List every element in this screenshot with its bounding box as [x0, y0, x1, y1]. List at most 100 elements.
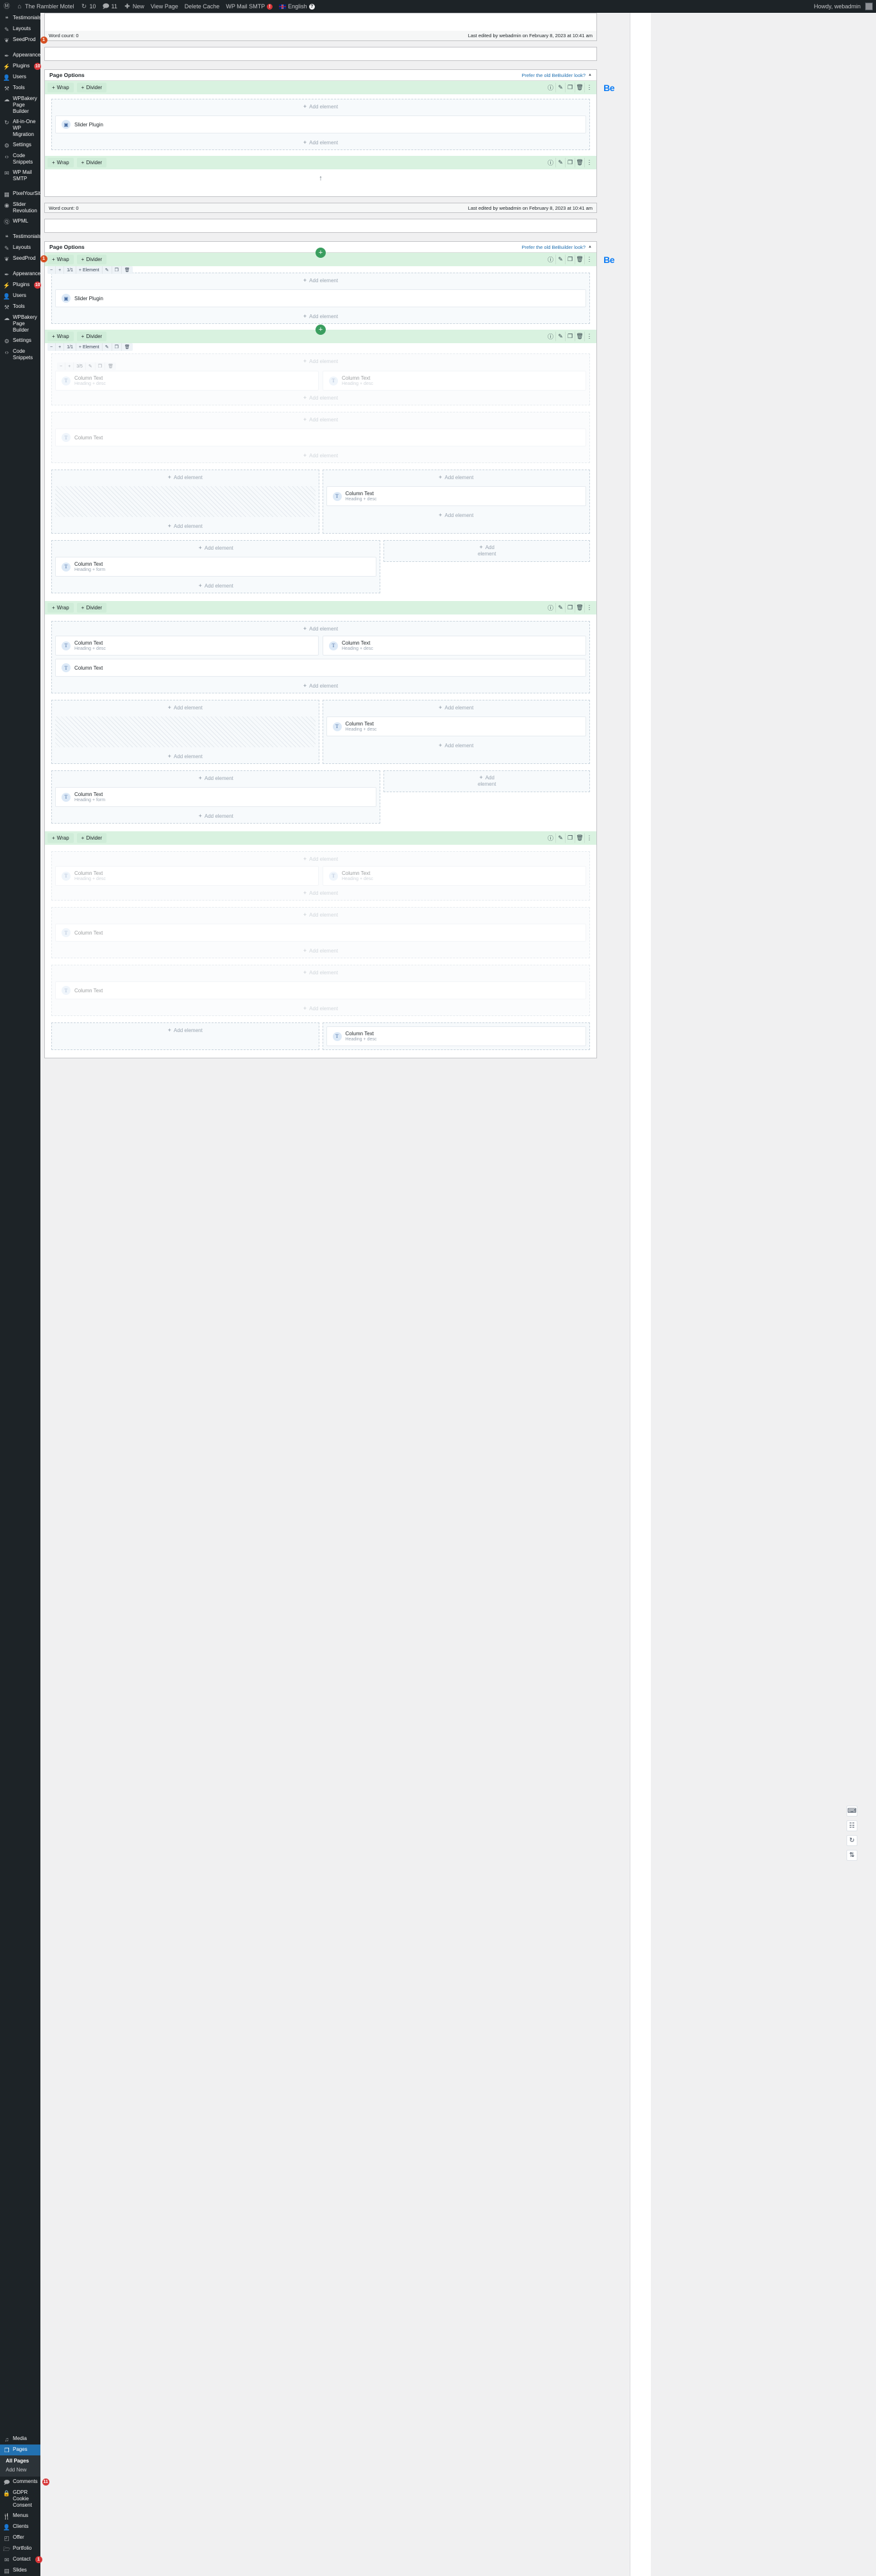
add-element-button-24[interactable]: + Add element	[384, 771, 589, 790]
trash-icon[interactable]: 🗑	[575, 158, 584, 167]
wp-mail-smtp-button[interactable]: WP Mail SMTP !	[223, 0, 276, 13]
sidebar-item-users[interactable]: 👤 Users	[0, 291, 40, 301]
sidebar-item-clients[interactable]: 👤 Clients	[0, 2521, 40, 2532]
prefer-old-bebuilder-link-1[interactable]: Prefer the old BeBuilder look?	[521, 72, 585, 78]
sidebar-item-settings[interactable]: ⚙ Settings	[0, 140, 40, 151]
help-icon[interactable]: ?	[308, 3, 315, 10]
sidebar-item-tools[interactable]: ⚒ Tools	[0, 301, 40, 312]
sidebar-item-contact[interactable]: ✉ Contact 1	[0, 2554, 42, 2565]
info-icon[interactable]: ⓘ	[546, 332, 555, 341]
sidebar-item-settings[interactable]: ⚙ Settings	[0, 335, 40, 346]
add-divider-button-2[interactable]: + Divider	[76, 158, 107, 167]
info-icon[interactable]: ⓘ	[546, 255, 555, 264]
sidebar-item-wp-mail-smtp[interactable]: ✉ WP Mail SMTP	[0, 167, 40, 184]
sidebar-item-layouts[interactable]: ✎ Layouts	[0, 24, 40, 35]
element-card-column-text-3[interactable]: T Column Text	[55, 428, 586, 446]
blank-metabox-2[interactable]	[44, 219, 597, 233]
add-wrap-button-3[interactable]: + Wrap	[47, 255, 74, 264]
decrease-width-button-1[interactable]: −	[47, 266, 56, 274]
sidebar-item-code-snippets[interactable]: ‹› Code Snippets	[0, 346, 40, 363]
add-divider-button-3[interactable]: + Divider	[76, 255, 107, 264]
add-element-button-9[interactable]: + Add element	[52, 470, 319, 484]
add-section-button-2[interactable]: +	[316, 325, 326, 335]
add-element-button-20[interactable]: + Add element	[323, 700, 590, 715]
sidebar-item-slider-revolution[interactable]: ◉ Slider Revolution	[0, 199, 40, 216]
delete-cache-button[interactable]: Delete Cache	[181, 0, 223, 13]
sidebar-item-portfolio[interactable]: 🗁 Portfolio	[0, 2543, 40, 2554]
add-element-button-3[interactable]: + Add element	[52, 273, 589, 287]
updates-button[interactable]: ↻ 10	[78, 0, 99, 13]
sidebar-item-testimonials[interactable]: ❝ Testimonials	[0, 232, 41, 242]
add-element-button-10[interactable]: + Add element	[52, 519, 319, 533]
sidebar-item-plugins[interactable]: ⚡ Plugins 10	[0, 61, 42, 72]
add-element-button-18[interactable]: + Add element	[52, 700, 319, 715]
sidebar-item-media[interactable]: ♫ Media	[0, 2434, 40, 2445]
add-wrap-button-1[interactable]: + Wrap	[47, 83, 74, 92]
decrease-width-button-3[interactable]: −	[57, 362, 65, 370]
add-element-button-29[interactable]: + Add element	[52, 965, 589, 979]
add-element-toolbar-button-2[interactable]: + Element	[76, 343, 103, 351]
submenu-item-add-new[interactable]: Add New	[0, 2466, 40, 2475]
sidebar-item-testimonials[interactable]: ❝ Testimonials	[0, 13, 41, 24]
sidebar-item-appearance[interactable]: ✒ Appearance	[0, 50, 40, 61]
kebab-icon[interactable]: ⋮	[584, 603, 594, 613]
add-element-button-23[interactable]: + Add element	[52, 809, 380, 823]
kebab-icon[interactable]: ⋮	[584, 158, 594, 167]
add-element-button-11[interactable]: + Add element	[323, 470, 590, 484]
new-content-button[interactable]: ✚ New	[121, 0, 147, 13]
add-element-button-8[interactable]: + Add element	[52, 448, 589, 462]
copy-icon[interactable]: ❐	[565, 332, 575, 341]
sidebar-item-menus[interactable]: 🍴 Menus	[0, 2511, 40, 2521]
info-icon[interactable]: ⓘ	[546, 83, 555, 92]
add-element-button-27[interactable]: + Add element	[52, 908, 589, 922]
site-name-button[interactable]: ⌂ The Rambler Motel	[13, 0, 78, 13]
trash-icon[interactable]: 🗑	[575, 833, 584, 843]
blank-metabox-1[interactable]	[44, 47, 597, 61]
collapse-caret-2[interactable]: ▲	[588, 245, 592, 249]
collapse-caret-1[interactable]: ▲	[588, 73, 592, 77]
element-card-column-text-8[interactable]: T Column Text	[55, 659, 586, 677]
sidebar-item-code-snippets[interactable]: ‹› Code Snippets	[0, 151, 40, 167]
element-card-column-text-7[interactable]: T Column Text Heading + desc	[323, 636, 586, 656]
language-switcher-button[interactable]: English ?	[276, 0, 318, 13]
pencil-icon[interactable]: ✎	[555, 158, 565, 167]
sidebar-item-offer[interactable]: ◰ Offer	[0, 2532, 40, 2543]
info-icon[interactable]: ⓘ	[546, 158, 555, 167]
sidebar-item-pages[interactable]: ❐ Pages	[0, 2445, 40, 2455]
kebab-icon[interactable]: ⋮	[584, 255, 594, 264]
editor-content-area-1[interactable]	[44, 13, 597, 31]
add-element-button-14[interactable]: + Add element	[52, 579, 380, 593]
copy-icon[interactable]: ❐	[565, 833, 575, 843]
sidebar-item-layouts[interactable]: ✎ Layouts	[0, 242, 40, 253]
add-wrap-button-4[interactable]: + Wrap	[47, 332, 74, 341]
sidebar-item-wpml[interactable]: Ⓠ WPML	[0, 216, 40, 227]
pencil-icon[interactable]: ✎	[86, 362, 96, 370]
comments-button[interactable]: 🗩 11	[99, 0, 121, 13]
add-wrap-button-6[interactable]: + Wrap	[47, 833, 74, 843]
kebab-icon[interactable]: ⋮	[584, 83, 594, 92]
trash-icon[interactable]: 🗑	[122, 343, 133, 351]
prefer-old-bebuilder-link-2[interactable]: Prefer the old BeBuilder look?	[521, 244, 585, 250]
pencil-icon[interactable]: ✎	[555, 603, 565, 613]
increase-width-button-3[interactable]: +	[65, 362, 74, 370]
view-page-button[interactable]: View Page	[147, 0, 181, 13]
add-element-button-4[interactable]: + Add element	[52, 309, 589, 323]
trash-icon[interactable]: 🗑	[575, 255, 584, 264]
copy-icon[interactable]: ❐	[112, 343, 122, 351]
element-card-column-text-12[interactable]: T Column Text Heading + desc	[323, 866, 586, 886]
add-divider-button-5[interactable]: + Divider	[76, 603, 107, 613]
increase-width-button-2[interactable]: +	[56, 343, 65, 351]
info-icon[interactable]: ⓘ	[546, 833, 555, 843]
add-element-button-25[interactable]: + Add element	[52, 852, 589, 866]
element-card-column-text-14[interactable]: T Column Text	[55, 981, 586, 999]
add-element-button-16[interactable]: + Add element	[52, 622, 589, 636]
sidebar-item-seedprod[interactable]: ❦ SeedProd 1	[0, 253, 47, 264]
add-element-button-1[interactable]: + Add element	[52, 99, 589, 114]
scroll-up-icon[interactable]: ↑	[319, 174, 323, 182]
copy-icon[interactable]: ❐	[565, 603, 575, 613]
element-card-column-text-4[interactable]: T Column Text Heading + desc	[326, 486, 586, 506]
sidebar-item-plugins[interactable]: ⚡ Plugins 10	[0, 280, 42, 291]
pencil-icon[interactable]: ✎	[555, 83, 565, 92]
add-element-button-19[interactable]: + Add element	[52, 749, 319, 763]
element-card-slider-plugin-1[interactable]: ▣ Slider Plugin	[55, 115, 586, 133]
